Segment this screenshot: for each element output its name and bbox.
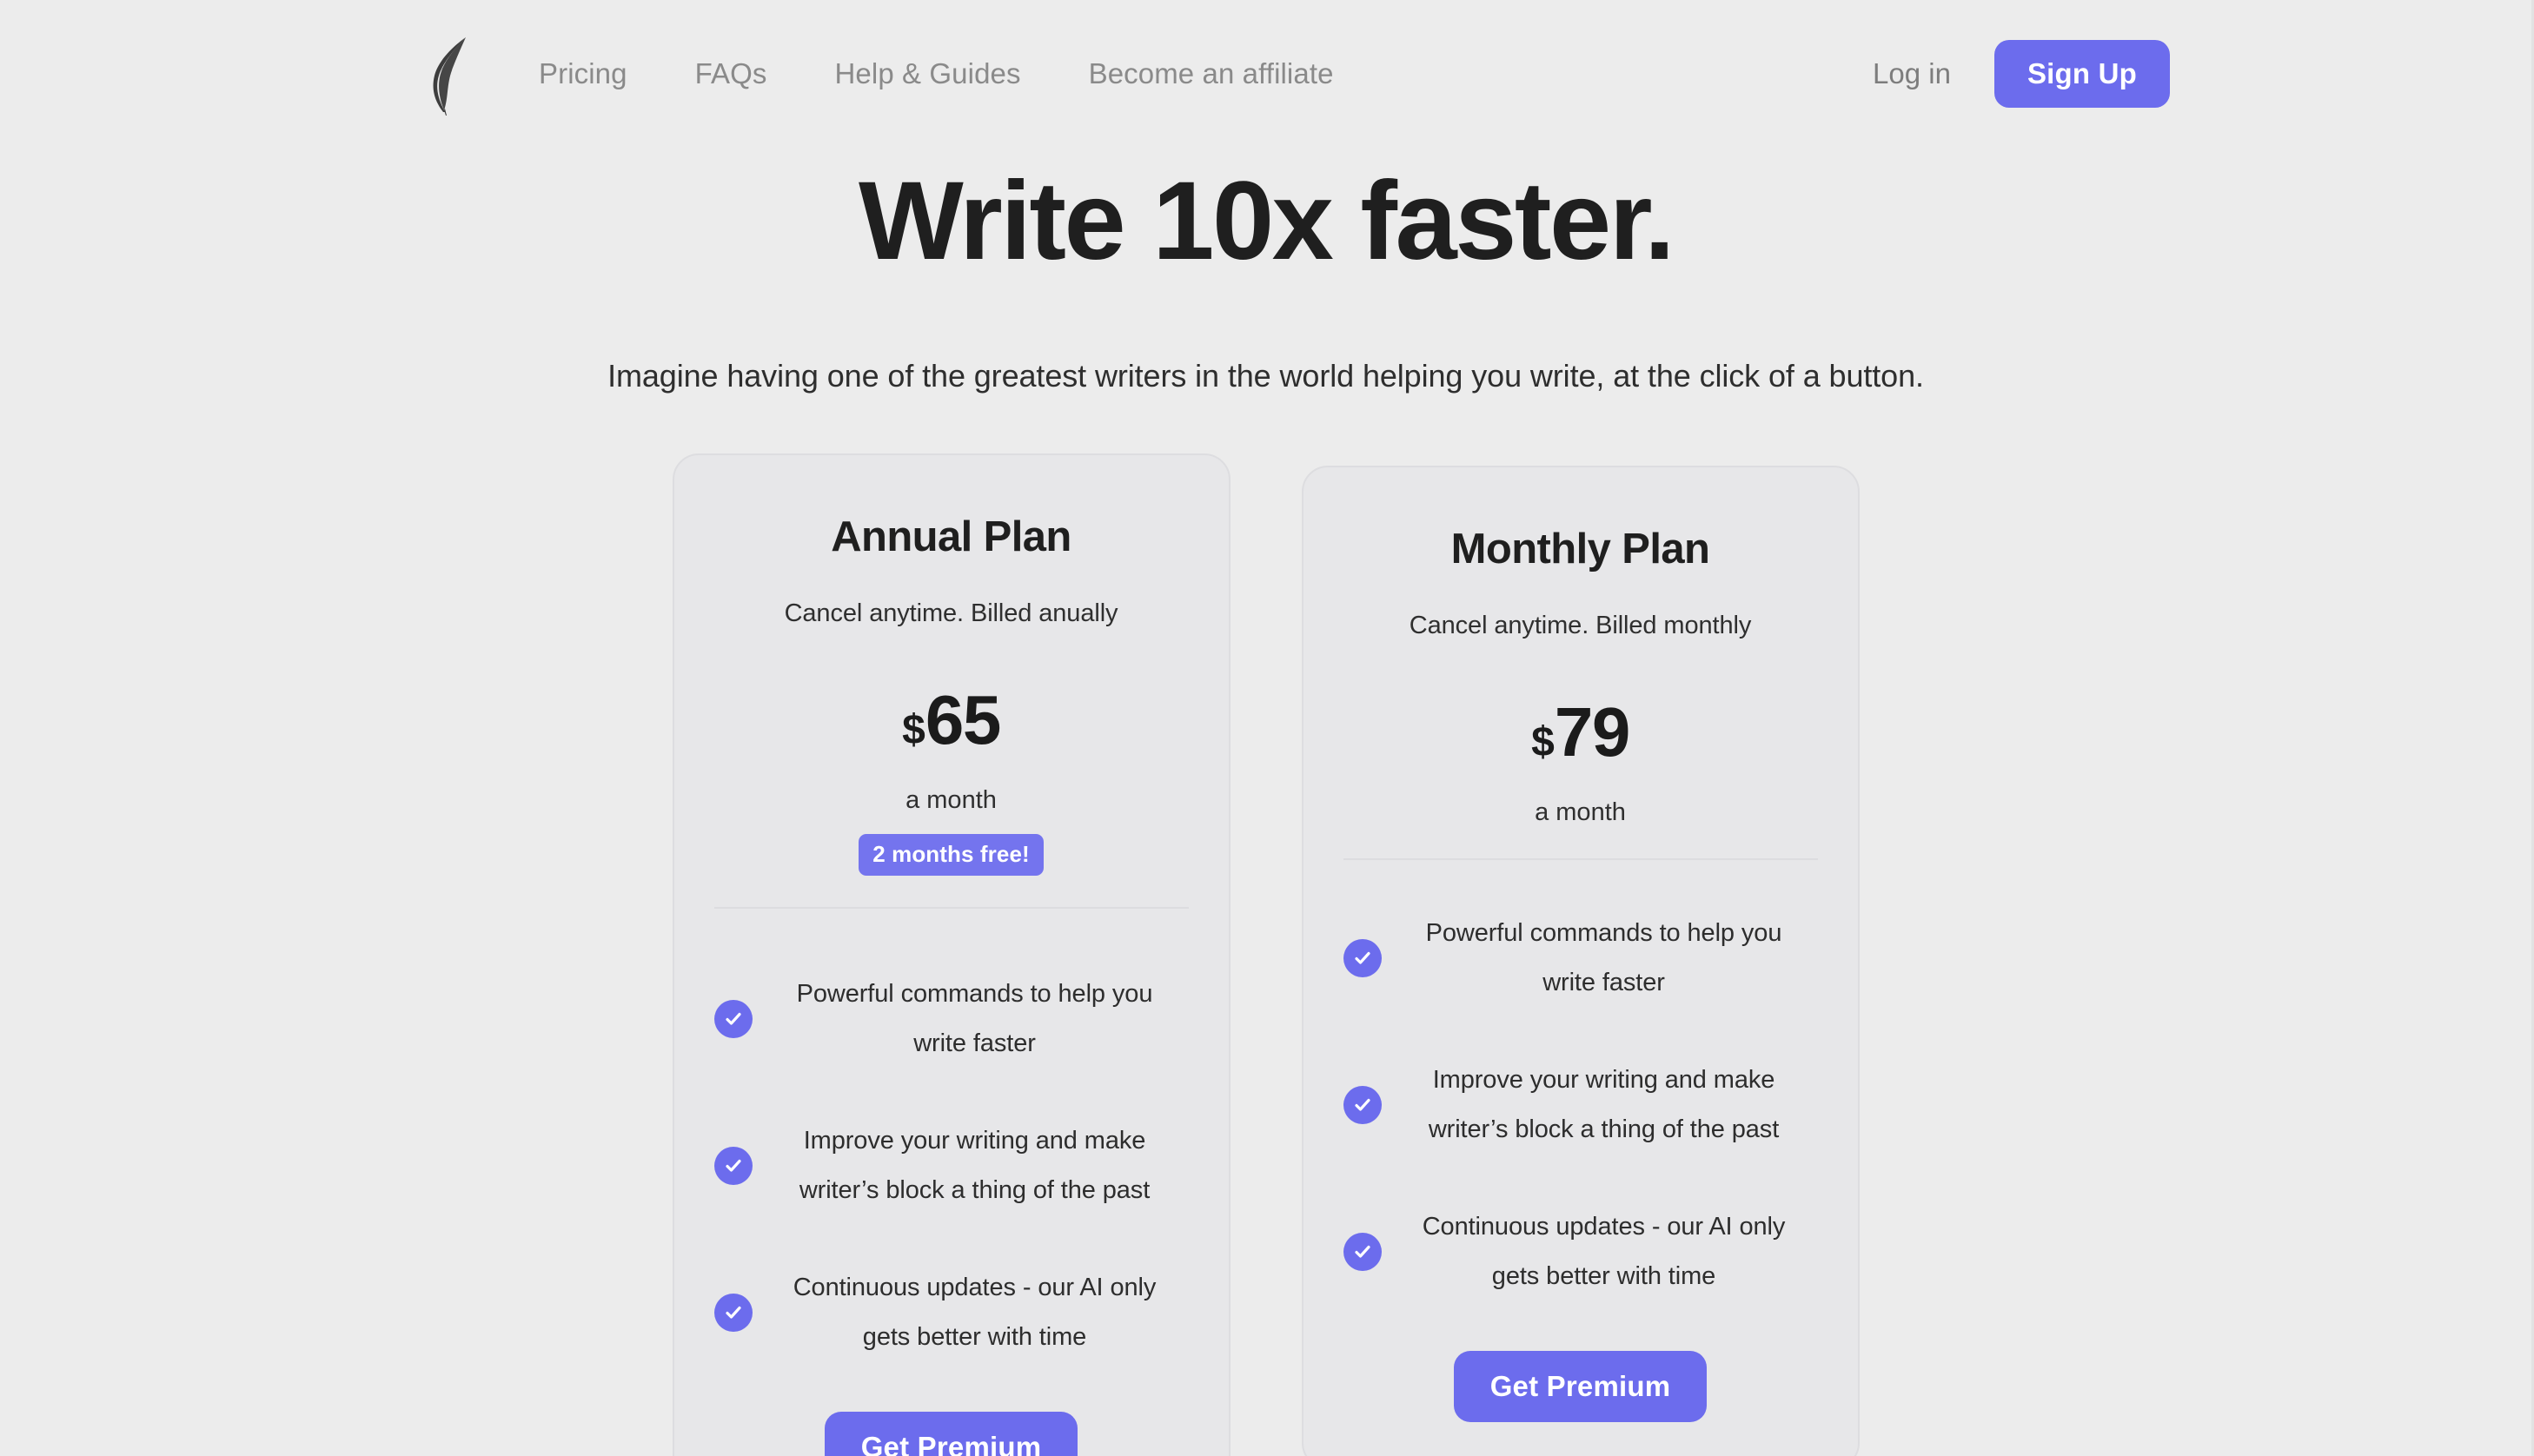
price-currency-symbol: $ (1531, 719, 1555, 765)
promo-badge: 2 months free! (859, 834, 1044, 876)
plan-title: Monthly Plan (1450, 526, 1710, 572)
nav-links: Pricing FAQs Help & Guides Become an aff… (539, 57, 1334, 90)
feature-text: Improve your writing and make writer’s b… (799, 1127, 1151, 1204)
feature-item: Powerful commands to help you write fast… (1343, 909, 1818, 1007)
plan-title: Annual Plan (831, 513, 1071, 560)
feature-item: Improve your writing and make writer’s b… (713, 1116, 1189, 1214)
page-headline: Write 10x faster. (859, 159, 1675, 283)
price-period: a month (905, 786, 997, 814)
price-amount: 79 (1554, 693, 1630, 771)
nav-link-help-guides[interactable]: Help & Guides (835, 57, 1021, 90)
check-circle-icon (1343, 938, 1382, 977)
plan-subtitle: Cancel anytime. Billed anually (784, 599, 1118, 627)
nav-link-faqs[interactable]: FAQs (695, 57, 767, 90)
feature-list: Powerful commands to help you write fast… (1343, 860, 1818, 1300)
feature-text: Improve your writing and make writer’s b… (1428, 1066, 1780, 1143)
top-navigation-bar: Pricing FAQs Help & Guides Become an aff… (0, 0, 2531, 148)
plan-price: $ 65 (902, 681, 1001, 758)
get-premium-button[interactable]: Get Premium (1453, 1351, 1708, 1423)
pricing-page: Pricing FAQs Help & Guides Become an aff… (0, 0, 2534, 1456)
feature-list: Powerful commands to help you write fast… (713, 921, 1189, 1361)
login-link[interactable]: Log in (1873, 57, 1951, 90)
check-circle-icon (713, 1146, 753, 1185)
feature-text: Powerful commands to help you write fast… (1425, 919, 1782, 996)
hero-section: Write 10x faster. Imagine having one of … (0, 148, 2531, 394)
card-divider (713, 907, 1189, 909)
feature-text: Powerful commands to help you write fast… (796, 980, 1153, 1057)
plan-subtitle: Cancel anytime. Billed monthly (1409, 612, 1752, 639)
feature-item: Continuous updates - our AI only gets be… (1343, 1202, 1818, 1300)
plan-price: $ 79 (1531, 693, 1630, 771)
price-currency-symbol: $ (902, 707, 925, 753)
price-period: a month (1535, 798, 1626, 826)
check-circle-icon (1343, 1085, 1382, 1124)
sign-up-button[interactable]: Sign Up (1993, 40, 2170, 108)
nav-link-pricing[interactable]: Pricing (539, 57, 627, 90)
feature-text: Continuous updates - our AI only gets be… (1422, 1213, 1786, 1290)
feature-item: Continuous updates - our AI only gets be… (713, 1263, 1189, 1361)
check-circle-icon (713, 1293, 753, 1332)
nav-link-become-an-affiliate[interactable]: Become an affiliate (1089, 57, 1334, 90)
check-circle-icon (1343, 1232, 1382, 1271)
nav-left-group: Pricing FAQs Help & Guides Become an aff… (428, 32, 1334, 116)
page-subheadline: Imagine having one of the greatest write… (607, 358, 1924, 394)
feature-item: Improve your writing and make writer’s b… (1343, 1056, 1818, 1154)
price-amount: 65 (925, 681, 1001, 758)
get-premium-button[interactable]: Get Premium (824, 1412, 1078, 1456)
feature-item: Powerful commands to help you write fast… (713, 970, 1189, 1068)
pricing-cards: Annual Plan Cancel anytime. Billed anual… (672, 453, 1860, 1456)
pricing-card-monthly: Monthly Plan Cancel anytime. Billed mont… (1301, 466, 1860, 1456)
nav-right-group: Log in Sign Up (1873, 40, 2170, 108)
feather-quill-icon[interactable] (428, 32, 476, 116)
check-circle-icon (713, 999, 753, 1038)
feature-text: Continuous updates - our AI only gets be… (793, 1274, 1157, 1351)
pricing-card-annual: Annual Plan Cancel anytime. Billed anual… (672, 453, 1231, 1456)
